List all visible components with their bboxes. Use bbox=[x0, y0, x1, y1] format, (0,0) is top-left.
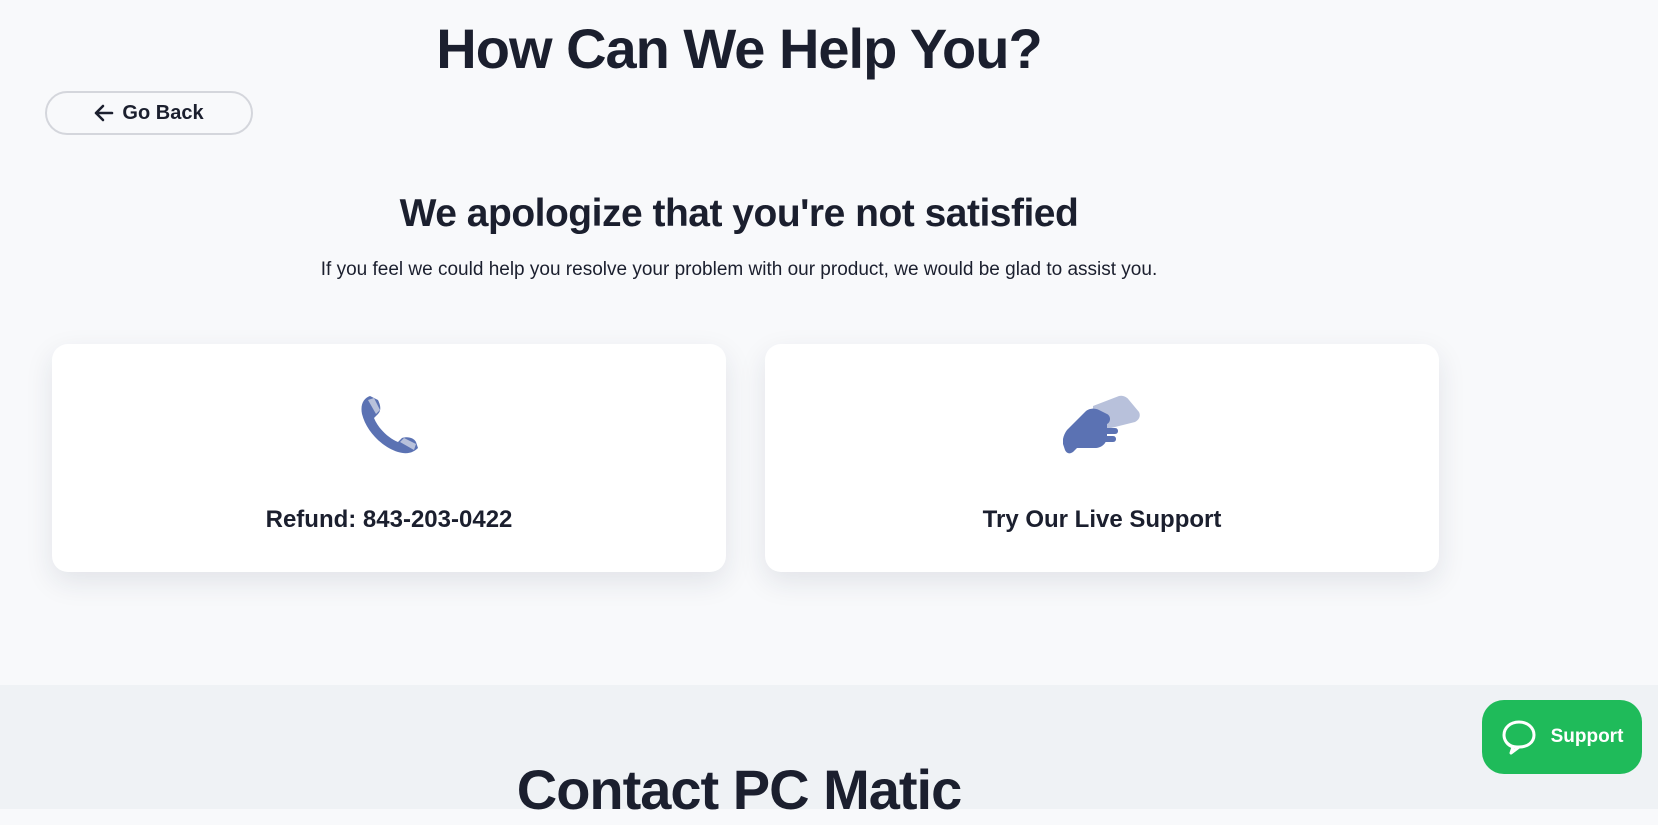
go-back-button[interactable]: Go Back bbox=[45, 91, 253, 135]
refund-card-label: Refund: 843-203-0422 bbox=[265, 506, 513, 533]
arrow-left-icon bbox=[95, 104, 114, 122]
apology-heading: We apologize that you're not satisfied bbox=[399, 192, 1079, 235]
handshake-icon bbox=[765, 392, 1439, 456]
refund-card[interactable]: Refund: 843-203-0422 bbox=[52, 344, 726, 572]
contact-heading: Contact PC Matic bbox=[516, 758, 963, 821]
support-widget-button[interactable]: Support bbox=[1482, 700, 1642, 774]
page-title: How Can We Help You? bbox=[436, 17, 1042, 80]
go-back-label: Go Back bbox=[122, 101, 204, 124]
chat-bubble-icon bbox=[1502, 720, 1536, 755]
live-support-card[interactable]: Try Our Live Support bbox=[765, 344, 1439, 572]
live-support-card-label: Try Our Live Support bbox=[982, 506, 1222, 533]
phone-icon bbox=[52, 392, 726, 458]
apology-subtext: If you feel we could help you resolve yo… bbox=[320, 259, 1158, 280]
support-widget-label: Support bbox=[1550, 726, 1624, 747]
